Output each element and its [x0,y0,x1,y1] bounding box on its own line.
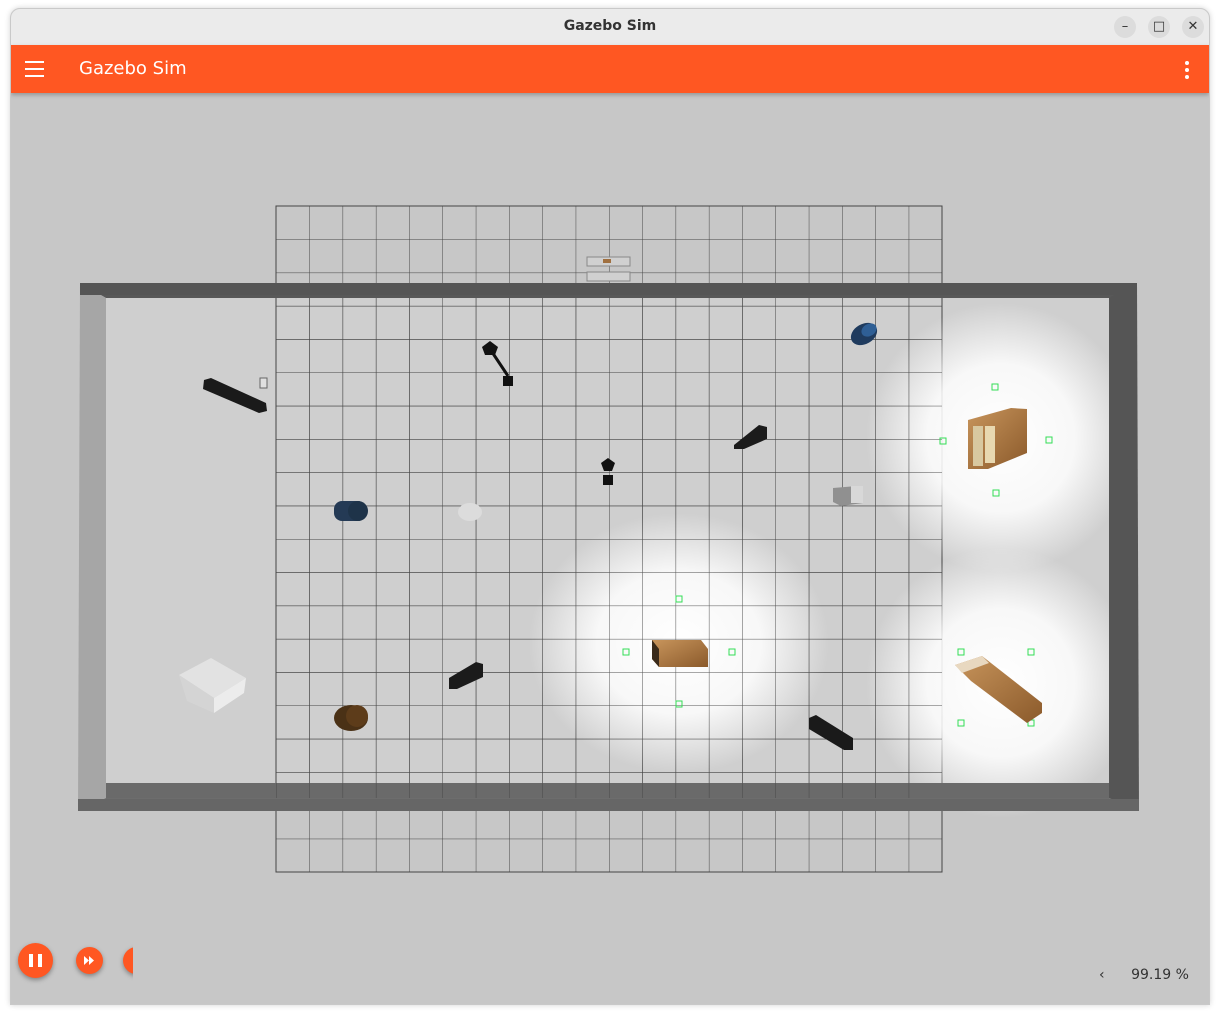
chevron-left-icon[interactable]: ‹ [1099,967,1105,983]
real-time-factor: ‹ 99.19 % [1099,967,1189,987]
pause-icon [29,954,42,967]
pause-button[interactable] [18,943,53,978]
vertical-dots-icon[interactable] [1185,61,1189,79]
step-button[interactable] [76,947,103,974]
close-button[interactable]: ✕ [1182,16,1204,38]
rtf-value: 99.19 % [1131,967,1189,983]
app-title: Gazebo Sim [79,58,187,79]
app-bar: Gazebo Sim [11,45,1209,93]
minimize-button[interactable]: – [1114,16,1136,38]
partially-hidden-button[interactable] [123,947,133,974]
white-cylinder [458,503,482,521]
scene-render [78,205,1139,873]
grid-overlay [276,298,942,798]
grey-cube [833,486,863,506]
blue-barrel-left [334,501,368,521]
hamburger-menu-icon[interactable] [25,61,44,77]
brown-barrel [334,705,368,731]
gazebo-window: Gazebo Sim – □ ✕ Gazebo Sim ‹ 99.19 % [10,8,1210,1005]
window-title: Gazebo Sim [563,18,657,34]
playback-controls [11,924,133,1004]
fast-forward-icon [84,956,94,965]
maximize-button[interactable]: □ [1148,16,1170,38]
cardboard-box [652,640,708,667]
window-titlebar[interactable]: Gazebo Sim – □ ✕ [11,9,1209,46]
3d-scene-viewport[interactable] [11,93,1209,1004]
